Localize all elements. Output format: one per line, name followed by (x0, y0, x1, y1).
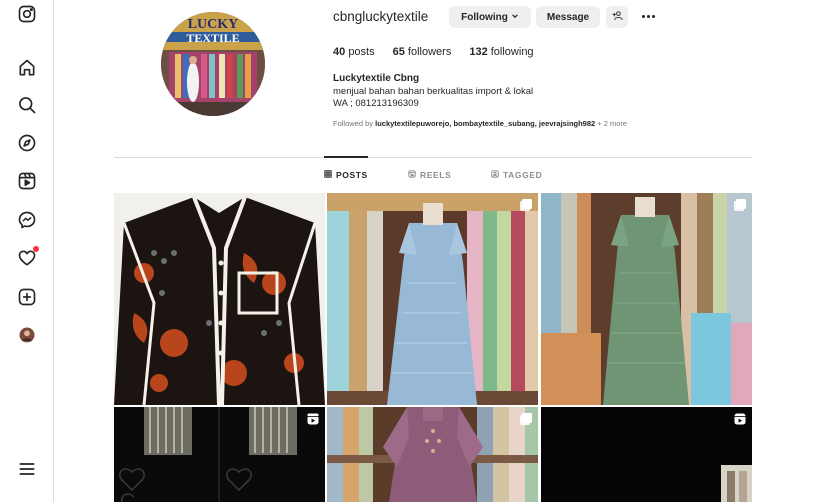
notification-dot (33, 246, 39, 252)
reels-icon (408, 170, 416, 180)
reel-icon (734, 413, 746, 425)
post-mauve-lace-dress[interactable] (327, 407, 538, 502)
multi-photo-icon (520, 413, 532, 425)
profile-picture[interactable]: LUCKY TEXTILE (161, 12, 265, 116)
profile-avatar[interactable] (17, 325, 37, 345)
suggested-users-button[interactable] (606, 6, 628, 28)
menu-icon[interactable] (17, 459, 37, 479)
multi-photo-icon (734, 199, 746, 211)
messenger-icon[interactable] (17, 210, 37, 230)
post-blue-lace-dress[interactable] (327, 193, 538, 405)
message-button[interactable]: Message (536, 6, 600, 28)
profile-full-name: Luckytextile Cbng (333, 73, 420, 84)
reels-icon[interactable] (17, 171, 37, 191)
more-options-icon[interactable] (638, 8, 658, 24)
followed-by[interactable]: Followed by luckytextilepuworejo, bombay… (333, 119, 627, 128)
instagram-logo-icon[interactable] (17, 4, 37, 24)
svg-text:TEXTILE: TEXTILE (186, 31, 239, 45)
reel-icon (307, 413, 319, 425)
active-tab-indicator (324, 156, 368, 158)
following-count[interactable]: 132 following (469, 46, 533, 58)
post-dark-reel[interactable] (114, 407, 325, 502)
posts-count[interactable]: 40 posts (333, 46, 375, 58)
home-icon[interactable] (17, 58, 37, 78)
grid-icon (324, 170, 332, 180)
followers-count[interactable]: 65 followers (393, 46, 452, 58)
profile-stats: 40 posts 65 followers 132 following (333, 46, 552, 58)
tab-reels[interactable]: REELS (408, 170, 451, 180)
following-button[interactable]: Following (449, 6, 531, 28)
avatar-sign-text: LUCKY (188, 17, 239, 32)
following-button-label: Following (461, 11, 508, 23)
add-user-icon (611, 10, 623, 24)
create-plus-icon[interactable] (17, 287, 37, 307)
profile-username: cbngluckytextile (333, 9, 429, 24)
tab-tagged[interactable]: TAGGED (491, 170, 542, 180)
bio-line-2: WA ; 081213196309 (333, 98, 419, 109)
sidebar (0, 0, 54, 502)
chevron-down-icon (511, 12, 519, 22)
notifications-heart-icon[interactable] (17, 246, 39, 268)
tab-posts[interactable]: POSTS (324, 170, 368, 180)
explore-icon[interactable] (17, 133, 37, 153)
post-black-reel[interactable] (541, 407, 752, 502)
tabs-divider (114, 157, 752, 158)
post-green-lace-dress[interactable] (541, 193, 752, 405)
tagged-icon (491, 170, 499, 180)
multi-photo-icon (520, 199, 532, 211)
post-batik-shirt[interactable] (114, 193, 325, 405)
bio-line-1: menjual bahan bahan berkualitas import &… (333, 86, 534, 97)
search-icon[interactable] (17, 95, 37, 115)
